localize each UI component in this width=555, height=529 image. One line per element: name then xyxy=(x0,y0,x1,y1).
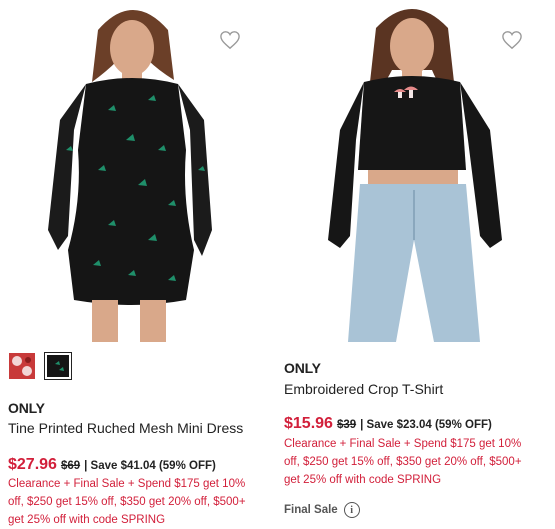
price-line: $15.96 $39 | Save $23.04 (59% OFF) xyxy=(284,415,492,433)
original-price: $39 xyxy=(336,419,357,431)
product-card[interactable]: ONLY Tine Printed Ruched Mesh Mini Dress… xyxy=(0,0,270,526)
savings-text: | Save $23.04 (59% OFF) xyxy=(360,419,492,431)
sale-price: $15.96 xyxy=(284,415,333,432)
final-sale-label: Final Sale i xyxy=(284,502,360,518)
product-card[interactable]: ONLY Embroidered Crop T-Shirt $15.96 $39… xyxy=(278,0,555,518)
final-sale-text: Final Sale xyxy=(284,504,338,516)
swatch-red-floral[interactable] xyxy=(8,352,36,380)
product-brand[interactable]: ONLY xyxy=(284,360,321,376)
product-image[interactable] xyxy=(284,0,536,342)
product-image[interactable] xyxy=(8,0,262,342)
promo-text: Clearance + Final Sale + Spend $175 get … xyxy=(284,438,522,486)
promo-text: Clearance + Final Sale + Spend $175 get … xyxy=(8,478,246,526)
wishlist-heart-icon[interactable] xyxy=(500,28,524,52)
price-line: $27.96 $69 | Save $41.04 (59% OFF) xyxy=(8,456,216,474)
swatch-black-butterfly[interactable] xyxy=(44,352,72,380)
info-circle-icon[interactable]: i xyxy=(343,502,360,518)
wishlist-heart-icon[interactable] xyxy=(218,28,242,52)
savings-text: | Save $41.04 (59% OFF) xyxy=(84,460,216,472)
crop-tshirt-model-illustration xyxy=(284,0,536,342)
product-brand[interactable]: ONLY xyxy=(8,400,45,416)
product-name[interactable]: Tine Printed Ruched Mesh Mini Dress xyxy=(8,420,243,436)
sale-price: $27.96 xyxy=(8,456,57,473)
original-price: $69 xyxy=(60,460,81,472)
color-swatches xyxy=(8,352,72,380)
product-name[interactable]: Embroidered Crop T-Shirt xyxy=(284,381,443,397)
